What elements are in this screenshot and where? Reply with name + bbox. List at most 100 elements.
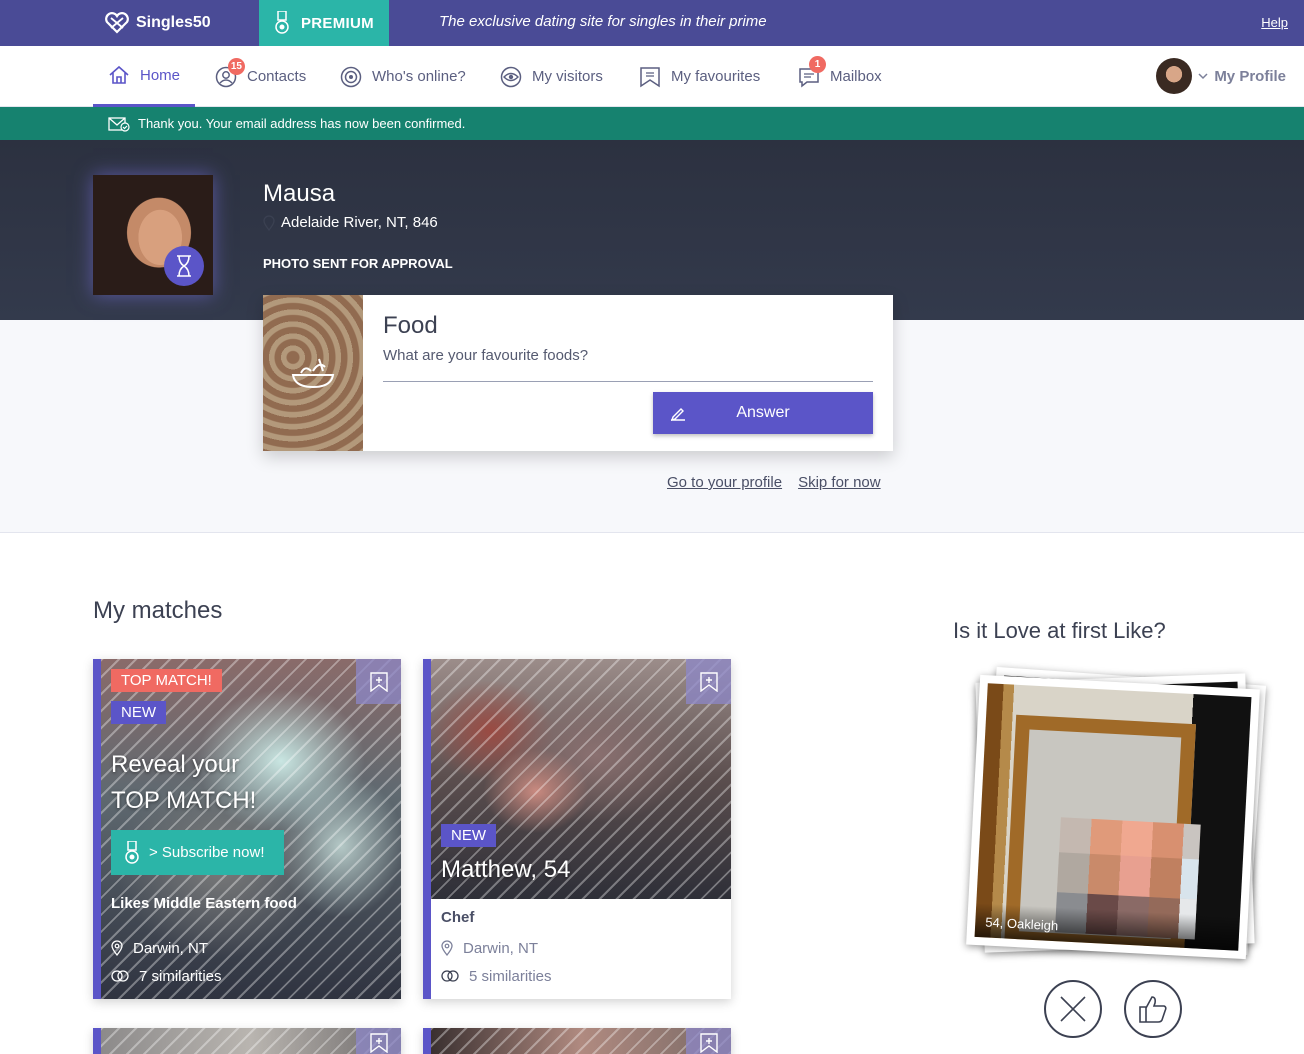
nav-whos-online[interactable]: Who's online? xyxy=(340,46,466,107)
location-pin-icon xyxy=(263,214,275,231)
like-photo[interactable]: 54, Oakleigh xyxy=(966,674,1260,960)
nav-my-visitors[interactable]: My visitors xyxy=(500,46,603,107)
food-bowl-icon xyxy=(291,358,335,389)
help-link[interactable]: Help xyxy=(1261,15,1288,30)
dislike-button[interactable] xyxy=(1044,980,1102,1038)
nav-my-favourites-label: My favourites xyxy=(671,68,761,85)
answer-divider xyxy=(383,381,873,382)
heart-logo-icon xyxy=(105,12,129,34)
profile-name: Mausa xyxy=(263,180,336,207)
subscribe-label: > Subscribe now! xyxy=(149,844,265,861)
main-nav: Home 15 Contacts Who's online? My visito… xyxy=(0,46,1304,107)
bookmark-add-icon xyxy=(369,671,388,692)
card-similarities: 7 similarities xyxy=(139,967,222,985)
new-tag: NEW xyxy=(441,824,496,847)
go-to-profile-link[interactable]: Go to your profile xyxy=(667,474,782,491)
home-icon xyxy=(109,65,129,84)
question-prompt: What are your favourite foods? xyxy=(383,347,589,364)
my-profile-label: My Profile xyxy=(1214,67,1286,85)
match-card-matthew[interactable]: NEW Matthew, 54 Chef Darwin, NT 5 simila… xyxy=(423,659,731,999)
email-confirmed-banner: Thank you. Your email address has now be… xyxy=(0,107,1304,140)
subscribe-button[interactable]: > Subscribe now! xyxy=(111,830,284,875)
profile-location-text: Adelaide River, NT, 846 xyxy=(281,214,438,231)
card-interest: Likes Middle Eastern food xyxy=(111,895,297,912)
card-details: Darwin, NT 7 similarities xyxy=(111,934,222,990)
photo-stack: 54, Oakleigh xyxy=(965,666,1270,968)
nav-home[interactable]: Home xyxy=(93,46,196,107)
mailbox-badge: 1 xyxy=(809,55,826,73)
premium-label: PREMIUM xyxy=(301,14,374,32)
medal-icon xyxy=(125,840,139,864)
match-card-partial[interactable] xyxy=(423,1028,731,1054)
card-accent xyxy=(423,1028,431,1054)
reveal-line-2: TOP MATCH! xyxy=(111,787,257,814)
matches-title: My matches xyxy=(93,597,223,624)
like-section-title: Is it Love at first Like? xyxy=(953,618,1166,643)
card-similarities: 5 similarities xyxy=(469,967,552,985)
chevron-down-icon xyxy=(1198,73,1208,80)
match-occupation: Chef xyxy=(441,909,475,926)
nav-mailbox[interactable]: 1 Mailbox xyxy=(798,46,882,107)
match-name: Matthew, 54 xyxy=(441,856,571,883)
online-radar-icon xyxy=(340,66,362,87)
tagline: The exclusive dating site for singles in… xyxy=(439,13,767,30)
card-accent xyxy=(423,659,431,999)
reveal-headline: Reveal your TOP MATCH! xyxy=(111,747,256,819)
nav-contacts-label: Contacts xyxy=(247,68,307,85)
reveal-line-1: Reveal your xyxy=(111,751,240,778)
bookmark-button[interactable] xyxy=(356,659,401,704)
bookmark-button[interactable] xyxy=(356,1028,401,1054)
mail-check-icon xyxy=(108,116,130,132)
mailbox-icon: 1 xyxy=(798,55,826,88)
bookmark-add-icon xyxy=(699,1033,718,1053)
premium-button[interactable]: PREMIUM xyxy=(259,0,389,46)
similarities-icon xyxy=(111,970,129,982)
card-accent xyxy=(93,1028,101,1054)
answer-label: Answer xyxy=(736,404,790,421)
answer-button[interactable]: Answer xyxy=(653,392,873,434)
question-links: Go to your profile Skip for now xyxy=(667,474,881,491)
profile-location: Adelaide River, NT, 846 xyxy=(263,214,438,231)
section-divider xyxy=(0,532,1304,533)
new-tag: NEW xyxy=(111,701,166,724)
location-pin-icon xyxy=(441,940,453,956)
nav-home-label: Home xyxy=(140,66,181,84)
top-match-tag: TOP MATCH! xyxy=(111,669,222,692)
card-details: Darwin, NT 5 similarities xyxy=(441,934,552,990)
food-image-overlay xyxy=(263,295,363,451)
nav-whos-online-label: Who's online? xyxy=(372,68,466,85)
close-icon xyxy=(1060,996,1086,1022)
location-pin-icon xyxy=(111,940,123,956)
bookmark-icon xyxy=(640,66,660,87)
skip-link[interactable]: Skip for now xyxy=(798,474,881,491)
bookmark-add-icon xyxy=(699,671,718,692)
contacts-icon: 15 xyxy=(215,57,245,88)
site-logo[interactable]: Singles50 xyxy=(104,10,211,36)
match-card-top-match[interactable]: TOP MATCH! NEW Reveal your TOP MATCH! > … xyxy=(93,659,401,999)
bookmark-button[interactable] xyxy=(686,659,731,704)
bookmark-button[interactable] xyxy=(686,1028,731,1054)
question-card: Food What are your favourite foods? Answ… xyxy=(263,295,893,451)
avatar xyxy=(1156,58,1193,94)
card-location: Darwin, NT xyxy=(133,939,209,957)
top-bar: Singles50 PREMIUM The exclusive dating s… xyxy=(0,0,1304,46)
card-location-row: Darwin, NT xyxy=(441,934,552,962)
nav-mailbox-label: Mailbox xyxy=(830,68,882,85)
card-similarities-row: 5 similarities xyxy=(441,962,552,990)
thumbs-up-icon xyxy=(1139,996,1167,1023)
logo-text: Singles50 xyxy=(136,14,211,31)
card-similarities-row: 7 similarities xyxy=(111,962,222,990)
similarities-icon xyxy=(441,970,459,982)
card-location-row: Darwin, NT xyxy=(111,934,222,962)
like-button[interactable] xyxy=(1124,980,1182,1038)
match-card-partial[interactable] xyxy=(93,1028,401,1054)
nav-my-favourites[interactable]: My favourites xyxy=(639,46,760,107)
my-profile-menu[interactable]: My Profile xyxy=(1156,58,1286,94)
eye-icon xyxy=(500,66,522,87)
nav-my-visitors-label: My visitors xyxy=(532,68,603,85)
card-accent xyxy=(93,659,101,999)
nav-contacts[interactable]: 15 Contacts xyxy=(215,46,306,107)
card-location: Darwin, NT xyxy=(463,939,539,957)
pencil-icon xyxy=(653,405,703,421)
confirm-message: Thank you. Your email address has now be… xyxy=(138,116,466,131)
